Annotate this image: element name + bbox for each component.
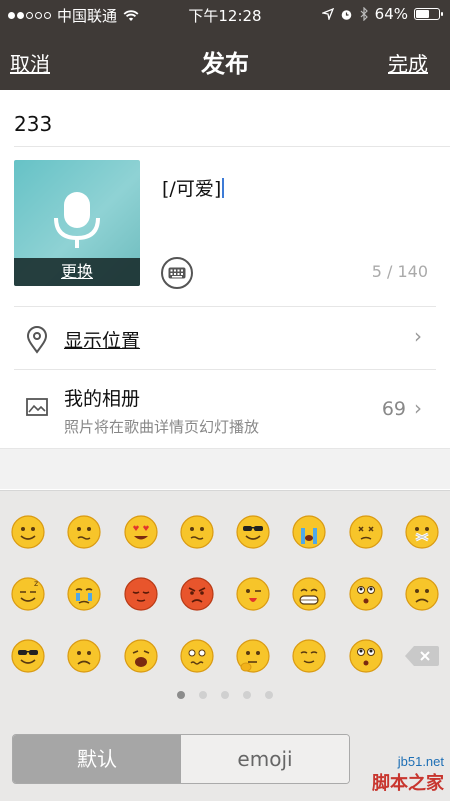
watermark-name: 脚本之家: [372, 773, 444, 794]
emoji-sunglasses-icon[interactable]: [10, 638, 46, 674]
done-button[interactable]: 完成: [388, 48, 428, 77]
emoji-confused-icon[interactable]: [179, 514, 215, 550]
emoji-row: [10, 637, 440, 675]
keyboard-icon: [168, 267, 186, 279]
emoji-heart-eyes-icon[interactable]: [123, 514, 159, 550]
emoji-sleepy-icon[interactable]: z: [10, 576, 46, 612]
emoji-wink-icon[interactable]: [235, 576, 271, 612]
char-counter: 5 / 140: [371, 262, 428, 281]
signal-strength-icon: [8, 12, 51, 19]
wifi-icon: [123, 9, 139, 21]
watermark-domain: jb51.net: [397, 754, 444, 769]
backspace-icon[interactable]: [404, 644, 440, 668]
page-dot[interactable]: [177, 691, 185, 699]
alarm-icon: [341, 9, 351, 20]
album-subtitle: 照片将在歌曲详情页幻灯播放: [64, 418, 260, 436]
emoji-sad-icon[interactable]: [404, 576, 440, 612]
emoji-shy-icon[interactable]: [123, 576, 159, 612]
location-row[interactable]: 显示位置 ›: [0, 308, 450, 368]
image-icon: [26, 398, 48, 416]
tab-emoji[interactable]: emoji: [181, 735, 349, 783]
content-input[interactable]: [/可爱]: [162, 174, 225, 201]
emoji-calm-icon[interactable]: [291, 638, 327, 674]
spacer: [0, 448, 450, 489]
emoji-scared-icon[interactable]: [179, 638, 215, 674]
divider: [14, 306, 436, 307]
emoji-crying-icon[interactable]: [291, 514, 327, 550]
emoji-panel: z 默认 emoji jb51.net 脚本之家: [0, 490, 450, 801]
bluetooth-icon: [360, 7, 368, 21]
page-dot[interactable]: [243, 691, 251, 699]
emoji-cool-icon[interactable]: [235, 514, 271, 550]
keyboard-toggle-button[interactable]: [161, 257, 193, 289]
nav-bar: 取消 发布 完成: [0, 30, 450, 90]
svg-text:z: z: [34, 579, 38, 588]
album-count: 69: [381, 398, 406, 420]
emoji-angry-icon[interactable]: [179, 576, 215, 612]
cover-image[interactable]: 更换: [14, 160, 140, 286]
content-value: [/可爱]: [162, 178, 222, 200]
album-label: 我的相册: [64, 388, 141, 410]
page-dot[interactable]: [265, 691, 273, 699]
emoji-tab-bar: 默认 emoji: [12, 734, 350, 784]
battery-percent: 64%: [374, 5, 408, 23]
page-indicator: [0, 691, 450, 699]
page-title: 发布: [201, 50, 249, 78]
emoji-silent-icon[interactable]: [404, 514, 440, 550]
tab-default[interactable]: 默认: [13, 735, 181, 783]
text-caret: [222, 178, 225, 198]
emoji-row: [10, 513, 440, 551]
microphone-icon: [54, 192, 100, 248]
title-input[interactable]: 233: [14, 112, 52, 136]
emoji-grid: z: [10, 513, 440, 699]
emoji-sweat-icon[interactable]: [66, 576, 102, 612]
emoji-pitiful-icon[interactable]: [66, 638, 102, 674]
emoji-smile-icon[interactable]: [10, 514, 46, 550]
emoji-grin-icon[interactable]: [291, 576, 327, 612]
emoji-thinking-icon[interactable]: [235, 638, 271, 674]
watermark: jb51.net 脚本之家: [372, 754, 444, 795]
replace-cover-label: 更换: [60, 262, 93, 281]
chevron-right-icon: ›: [414, 396, 422, 420]
emoji-row: z: [10, 575, 440, 613]
album-row[interactable]: 我的相册 照片将在歌曲详情页幻灯播放 69 ›: [0, 370, 450, 446]
emoji-awkward-icon[interactable]: [66, 514, 102, 550]
divider: [14, 146, 450, 147]
status-left: 中国联通: [8, 5, 139, 26]
emoji-rolling-eyes-icon[interactable]: [348, 638, 384, 674]
location-pin-icon: [26, 326, 48, 354]
emoji-surprised-icon[interactable]: [348, 576, 384, 612]
carrier-name: 中国联通: [57, 7, 118, 25]
battery-icon: [414, 8, 443, 20]
page-dot[interactable]: [221, 691, 229, 699]
page-dot[interactable]: [199, 691, 207, 699]
emoji-cry-hard-icon[interactable]: [123, 638, 159, 674]
chevron-right-icon: ›: [414, 324, 422, 348]
emoji-dizzy-icon[interactable]: [348, 514, 384, 550]
replace-cover-button[interactable]: 更换: [14, 258, 140, 286]
location-label: 显示位置: [64, 330, 141, 352]
status-right: 64%: [321, 5, 443, 23]
status-bar: 中国联通 下午12:28 64%: [0, 0, 450, 30]
location-arrow-icon: [321, 8, 334, 20]
